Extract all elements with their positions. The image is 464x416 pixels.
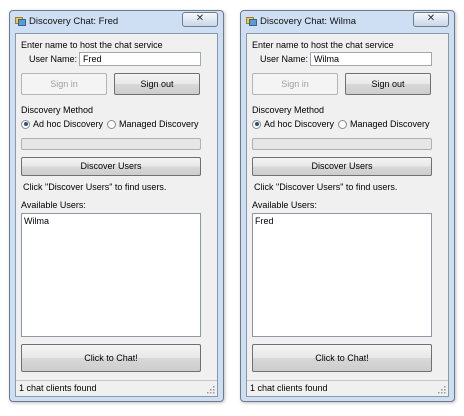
username-input[interactable]: Fred [79, 52, 201, 66]
window-client-area: Enter name to host the chat service User… [246, 33, 449, 397]
sign-in-button[interactable]: Sign in [252, 73, 338, 95]
discover-users-button[interactable]: Discover Users [21, 157, 201, 176]
username-label: User Name: [260, 54, 309, 64]
window-client-area: Enter name to host the chat service User… [15, 33, 218, 397]
host-label: Enter name to host the chat service [21, 40, 163, 50]
discover-hint-text: Click "Discover Users" to find users. [254, 182, 398, 192]
sign-in-button[interactable]: Sign in [21, 73, 107, 95]
username-label: User Name: [29, 54, 78, 64]
chat-window-fred: Discovery Chat: Fred ✕ Enter name to hos… [9, 10, 224, 402]
managed-discovery-label: Managed Discovery [350, 119, 430, 129]
chat-window-wilma: Discovery Chat: Wilma ✕ Enter name to ho… [240, 10, 455, 402]
click-to-chat-button[interactable]: Click to Chat! [252, 344, 432, 372]
app-window-icon [15, 17, 26, 26]
window-title: Discovery Chat: Fred [29, 16, 119, 27]
status-bar: 1 chat clients found [16, 380, 217, 396]
discovery-progress-bar [21, 138, 201, 150]
discovery-method-label: Discovery Method [21, 105, 94, 115]
discovery-method-label: Discovery Method [252, 105, 325, 115]
sign-out-button[interactable]: Sign out [345, 73, 431, 95]
title-bar[interactable]: Discovery Chat: Wilma ✕ [241, 11, 454, 33]
status-text: 1 chat clients found [19, 383, 97, 393]
discover-hint-text: Click "Discover Users" to find users. [23, 182, 167, 192]
adhoc-discovery-label: Ad hoc Discovery [33, 119, 104, 129]
radio-selected-icon [21, 119, 30, 129]
managed-discovery-radio[interactable]: Managed Discovery [338, 119, 430, 129]
available-users-label: Available Users: [252, 200, 317, 210]
host-label: Enter name to host the chat service [252, 40, 394, 50]
status-bar: 1 chat clients found [247, 380, 448, 396]
adhoc-discovery-radio[interactable]: Ad hoc Discovery [21, 119, 103, 129]
app-window-icon [246, 17, 257, 26]
list-item[interactable]: Fred [255, 216, 429, 226]
managed-discovery-label: Managed Discovery [119, 119, 199, 129]
close-icon: ✕ [426, 13, 436, 24]
title-bar[interactable]: Discovery Chat: Fred ✕ [10, 11, 223, 33]
radio-unselected-icon [338, 119, 347, 129]
adhoc-discovery-label: Ad hoc Discovery [264, 119, 335, 129]
sign-out-button[interactable]: Sign out [114, 73, 200, 95]
discover-users-button[interactable]: Discover Users [252, 157, 432, 176]
click-to-chat-button[interactable]: Click to Chat! [21, 344, 201, 372]
resize-grip-icon[interactable] [438, 386, 446, 394]
available-users-list[interactable]: Wilma [21, 213, 201, 337]
close-icon: ✕ [195, 13, 205, 24]
adhoc-discovery-radio[interactable]: Ad hoc Discovery [252, 119, 334, 129]
status-text: 1 chat clients found [250, 383, 328, 393]
close-button[interactable]: ✕ [413, 12, 449, 27]
discovery-progress-bar [252, 138, 432, 150]
radio-selected-icon [252, 119, 261, 129]
available-users-label: Available Users: [21, 200, 86, 210]
managed-discovery-radio[interactable]: Managed Discovery [107, 119, 199, 129]
close-button[interactable]: ✕ [182, 12, 218, 27]
window-title: Discovery Chat: Wilma [260, 16, 357, 27]
list-item[interactable]: Wilma [24, 216, 198, 226]
resize-grip-icon[interactable] [207, 386, 215, 394]
username-input[interactable]: Wilma [310, 52, 432, 66]
available-users-list[interactable]: Fred [252, 213, 432, 337]
radio-unselected-icon [107, 119, 116, 129]
